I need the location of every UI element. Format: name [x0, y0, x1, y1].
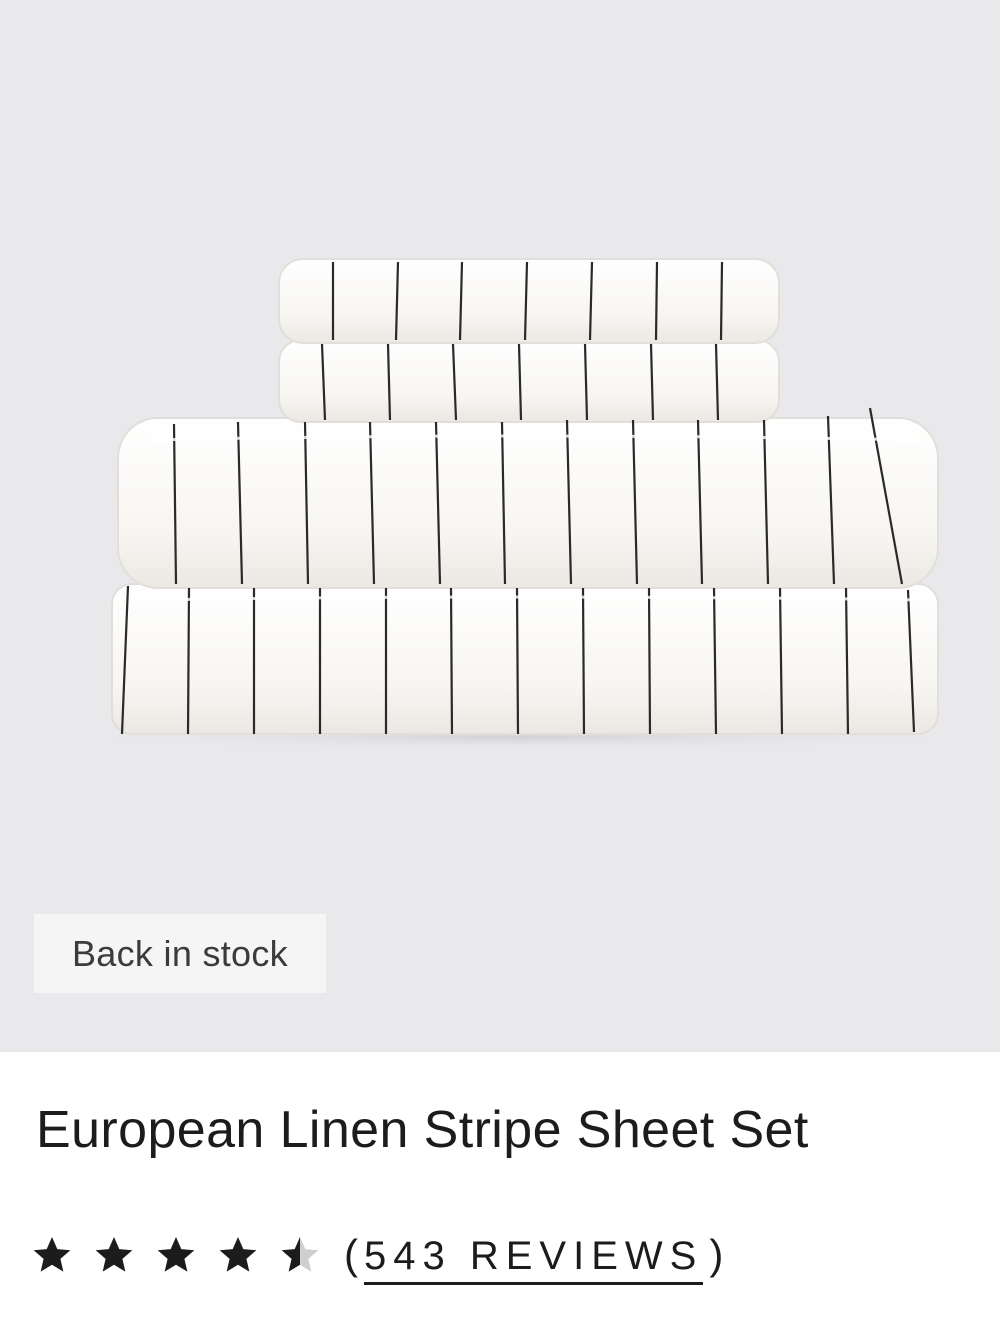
- rating-row[interactable]: ( 543 REVIEWS ): [30, 1220, 723, 1290]
- star-filled-icon: [33, 1237, 71, 1272]
- reviews-close-paren: ): [709, 1231, 724, 1278]
- star-filled-icon: [157, 1237, 195, 1272]
- reviews-link[interactable]: ( 543 REVIEWS ): [344, 1231, 724, 1285]
- star-rating[interactable]: [30, 1233, 340, 1277]
- stock-badge: Back in stock: [34, 914, 326, 993]
- product-title[interactable]: European Linen Stripe Sheet Set: [36, 1100, 809, 1160]
- product-card[interactable]: Back in stock European Linen Stripe Shee…: [0, 0, 1000, 1333]
- star-half-icon: [281, 1237, 319, 1272]
- product-image-area[interactable]: Back in stock: [0, 0, 1000, 1052]
- star-filled-icon: [95, 1237, 133, 1272]
- product-image[interactable]: [0, 0, 1000, 1052]
- reviews-count[interactable]: 543 REVIEWS: [364, 1236, 704, 1285]
- star-filled-icon: [219, 1237, 257, 1272]
- reviews-open-paren: (: [344, 1231, 358, 1278]
